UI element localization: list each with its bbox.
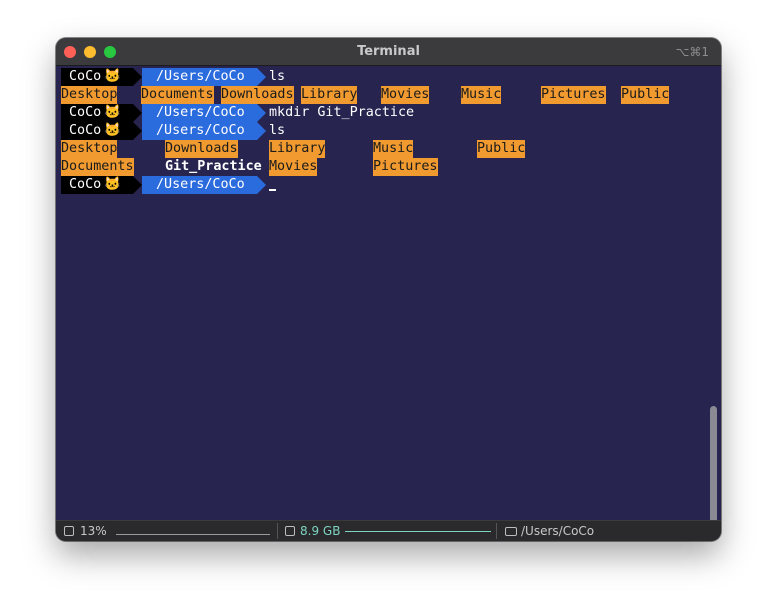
cat-emoji-icon: 🐱: [104, 123, 121, 138]
dir-item: Downloads: [221, 86, 294, 104]
dir-item: Music: [373, 140, 414, 158]
prompt-path: /Users/CoCo: [142, 68, 266, 86]
dir-item: Documents: [61, 158, 134, 176]
dir-item: Pictures: [541, 86, 606, 104]
window-shortcut: ⌥⌘1: [675, 45, 709, 59]
status-divider: [496, 523, 497, 539]
prompt-path: /Users/CoCo: [142, 122, 266, 140]
memory-icon: [285, 526, 295, 536]
powerline-separator-icon: [133, 122, 142, 140]
dir-item: Documents: [141, 86, 214, 104]
dir-item: Desktop: [61, 140, 118, 158]
dir-item: Desktop: [61, 86, 118, 104]
ls-output-line: Desktop Documents Downloads Library Movi…: [61, 86, 670, 104]
powerline-separator-icon: [133, 176, 142, 194]
dir-item: Public: [621, 86, 670, 104]
window-title: Terminal: [357, 44, 420, 59]
cat-emoji-icon: 🐱: [104, 105, 121, 120]
text-cursor: [269, 189, 276, 191]
ls-output-line: Desktop Downloads Library Music Public: [61, 140, 526, 158]
cat-emoji-icon: 🐱: [104, 177, 121, 192]
cpu-icon: [64, 526, 74, 536]
prompt-user: CoCo 🐱: [61, 104, 133, 122]
ls-output-line: Documents Git_Practice Movies Pictures: [61, 158, 438, 176]
cat-emoji-icon: 🐱: [104, 69, 121, 84]
cpu-usage: 13%: [80, 524, 107, 538]
prompt-user: CoCo 🐱: [61, 68, 133, 86]
dir-item: Library: [301, 86, 358, 104]
prompt-path: /Users/CoCo: [142, 176, 266, 194]
command-text: mkdir Git_Practice: [269, 105, 415, 120]
powerline-separator-icon: [133, 104, 142, 122]
folder-icon: [505, 527, 517, 536]
dir-item: Downloads: [165, 140, 238, 158]
status-divider: [277, 523, 278, 539]
current-directory[interactable]: /Users/CoCo: [521, 524, 594, 538]
title-bar: Terminal ⌥⌘1: [56, 38, 721, 66]
prompt-line: CoCo 🐱 /Users/CoCo ls: [61, 68, 285, 86]
dir-item-new: Git_Practice: [165, 159, 262, 174]
prompt-line: CoCo 🐱 /Users/CoCo mkdir Git_Practice: [61, 104, 414, 122]
dir-item: Public: [477, 140, 526, 158]
dir-item: Movies: [269, 158, 318, 176]
memory-graph: [345, 531, 491, 532]
prompt-line: CoCo 🐱 /Users/CoCo ls: [61, 122, 285, 140]
command-text: ls: [269, 123, 286, 138]
prompt-user: CoCo 🐱: [61, 122, 133, 140]
terminal-content[interactable]: CoCo 🐱 /Users/CoCo ls Desktop Documents D…: [56, 66, 721, 541]
prompt-line: CoCo 🐱 /Users/CoCo: [61, 176, 276, 194]
terminal-window: Terminal ⌥⌘1 CoCo 🐱 /Users/CoCo ls Deskto…: [56, 38, 721, 541]
dir-item: Movies: [381, 86, 430, 104]
command-text: ls: [269, 69, 286, 84]
prompt-path: /Users/CoCo: [142, 104, 266, 122]
dir-item: Library: [269, 140, 326, 158]
memory-usage: 8.9 GB: [300, 524, 341, 538]
dir-item: Pictures: [373, 158, 438, 176]
status-bar: 13% 8.9 GB /Users/CoCo: [56, 520, 721, 541]
prompt-user: CoCo 🐱: [61, 176, 133, 194]
powerline-separator-icon: [133, 68, 142, 86]
cpu-graph: [116, 534, 270, 535]
dir-item: Music: [461, 86, 502, 104]
